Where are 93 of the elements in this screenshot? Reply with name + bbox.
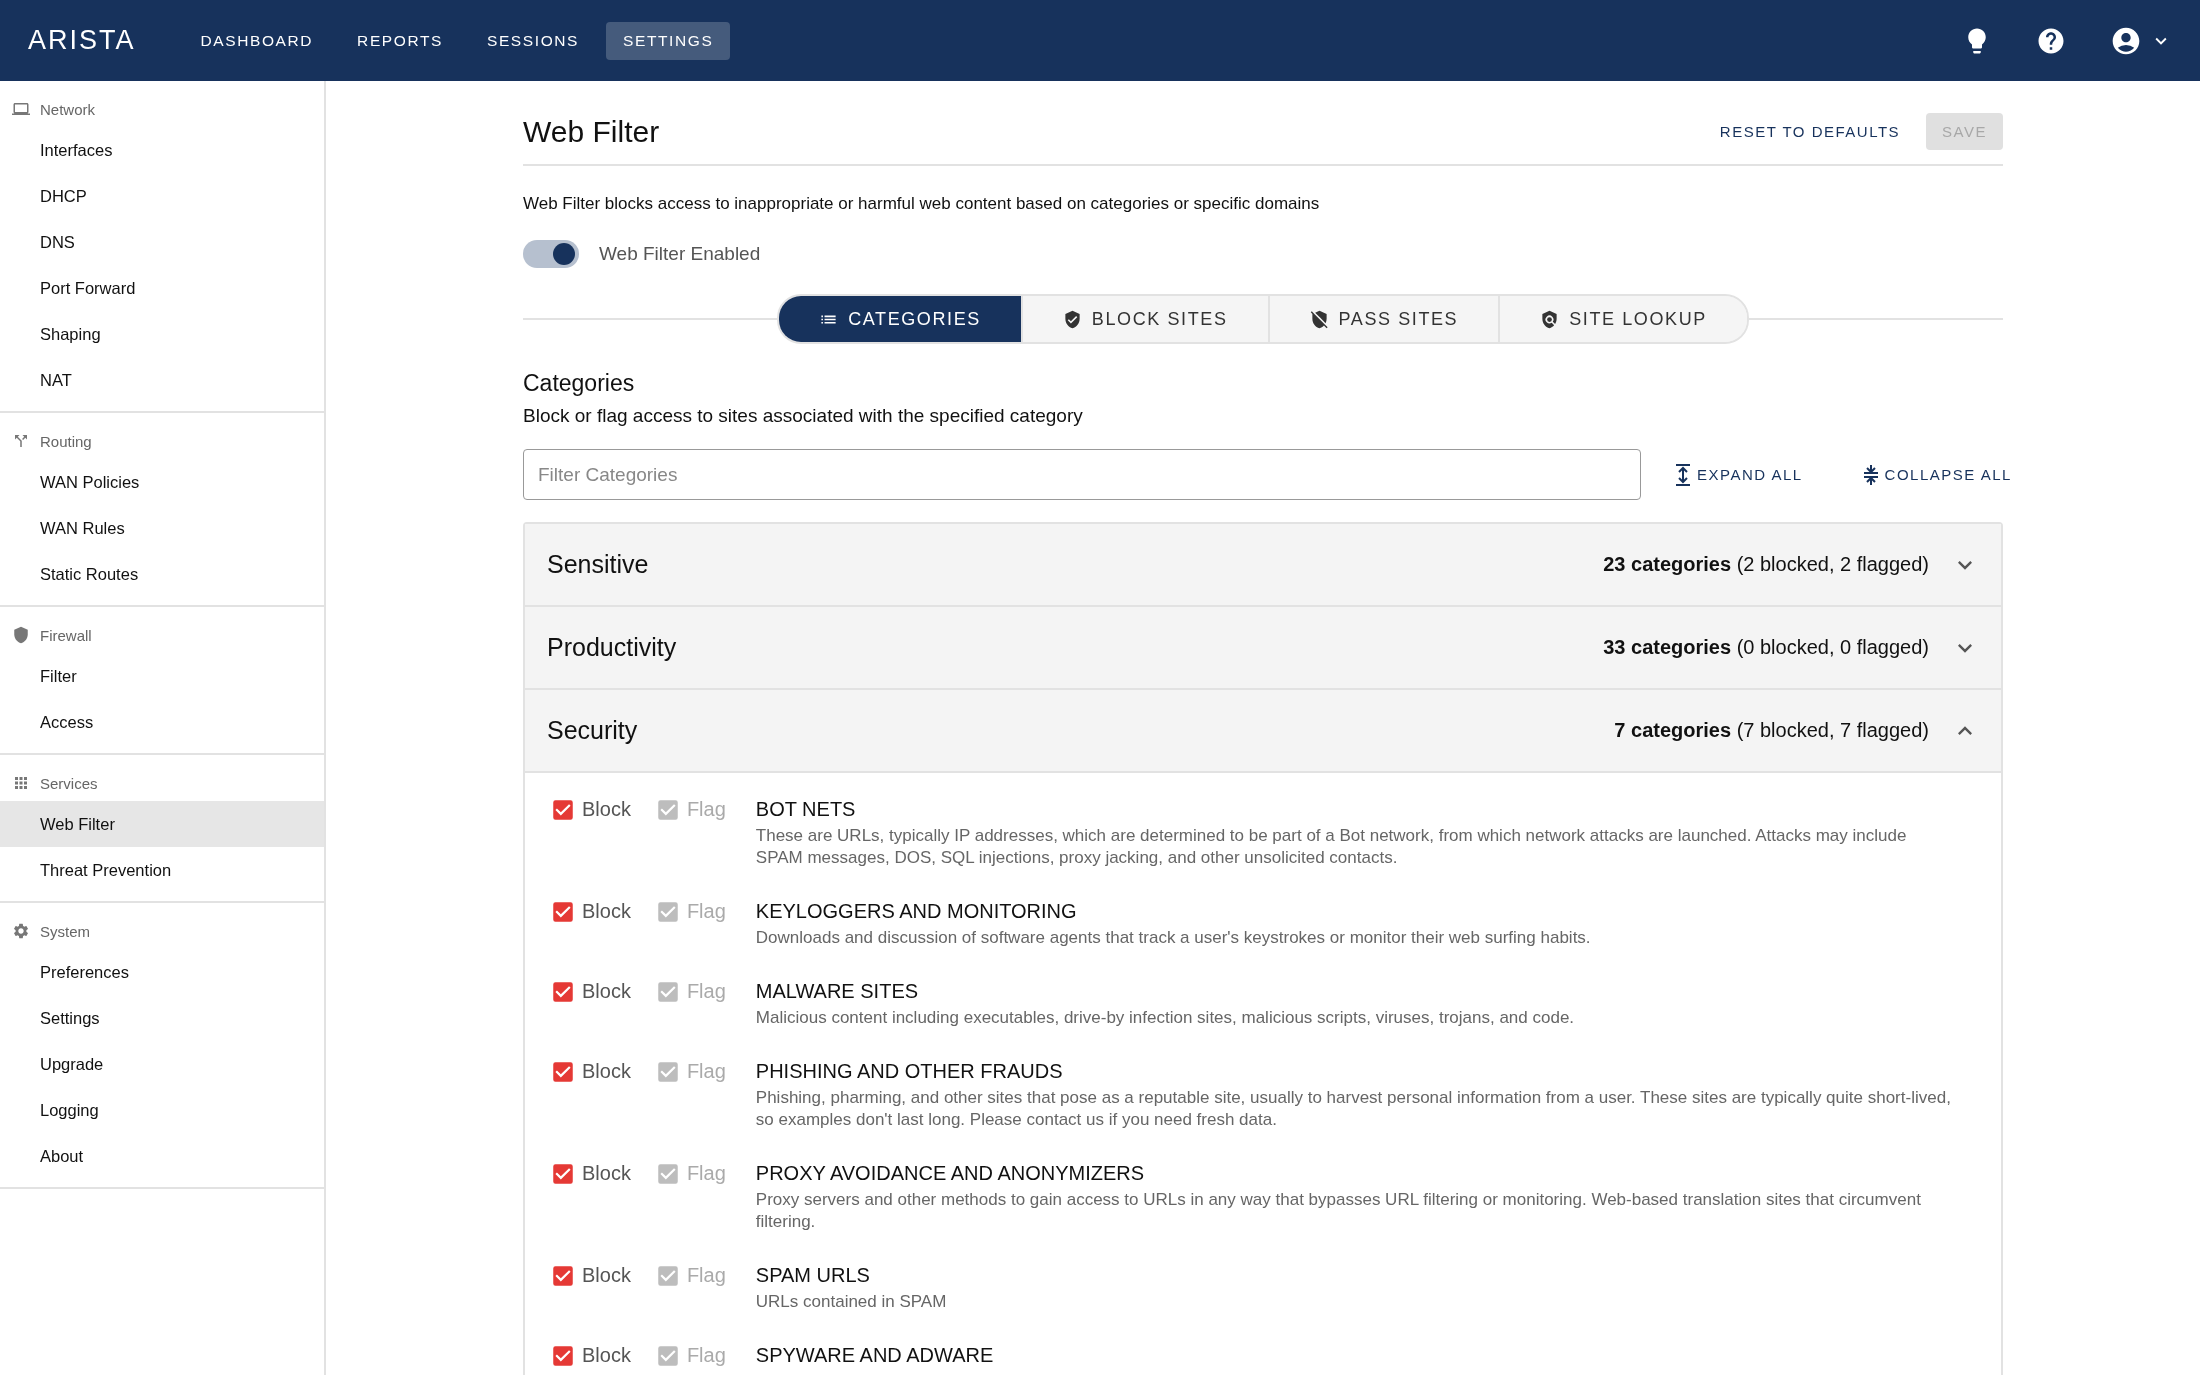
sidebar-item[interactable]: Shaping — [0, 311, 324, 357]
sidebar-item[interactable]: Static Routes — [0, 551, 324, 597]
category-description: Phishing, pharming, and other sites that pose as a reputable site, usually to harvest personal information from a user. These sites are typically quite short-lived, so examples don't last long. Please contact us if you need fresh data. — [755, 1087, 1952, 1131]
checkbox-label: Block — [582, 798, 631, 821]
sidebar-item[interactable]: Preferences — [0, 949, 324, 995]
checkbox-label: Block — [582, 1264, 631, 1287]
sidebar-item[interactable]: WAN Rules — [0, 505, 324, 551]
checkbox-label: Block — [582, 1060, 631, 1083]
expand-icon — [1675, 463, 1691, 486]
group-name: Productivity — [547, 633, 678, 662]
sidebar-item[interactable]: Web Filter — [0, 801, 324, 847]
category-title: SPAM URLS — [755, 1264, 871, 1287]
tab[interactable]: CATEGORIES — [779, 296, 1021, 342]
group-header[interactable]: Sensitive 23 categories (2 blocked, 2 flagged) — [525, 524, 2001, 607]
category-title: BOT NETS — [755, 798, 857, 821]
tab[interactable]: SITE LOOKUP — [1498, 296, 1747, 342]
section-title: Routing — [40, 432, 92, 450]
sidebar-item[interactable]: Interfaces — [0, 127, 324, 173]
sidebar-item[interactable]: NAT — [0, 357, 324, 403]
checkbox[interactable] — [550, 899, 576, 925]
grid-icon — [12, 774, 30, 792]
reset-button[interactable]: RESET TO DEFAULTS — [1707, 115, 1913, 148]
group-name: Security — [547, 716, 639, 745]
checkbox-label: Block — [582, 1162, 631, 1185]
sidebar-item[interactable]: Filter — [0, 653, 324, 699]
checkbox-label: Flag — [686, 798, 726, 821]
checkbox-label: Flag — [686, 900, 726, 923]
nav-tab[interactable]: DASHBOARD — [183, 21, 331, 60]
group-header[interactable]: Productivity 33 categories (0 blocked, 0 flagged) — [525, 607, 2001, 690]
section-title: Network — [40, 100, 95, 118]
group-count: 7 categories (7 blocked, 7 flagged) — [1614, 719, 1929, 742]
category-description: Proxy servers and other methods to gain access to URLs in any way that bypasses URL filtering or monitoring. Web-based translation sites that circumvent filtering. — [755, 1189, 1922, 1233]
checkbox[interactable] — [550, 1263, 576, 1289]
category-title: PHISHING AND OTHER FRAUDS — [755, 1060, 1064, 1083]
shield-slash-icon — [1309, 309, 1329, 329]
category-title: SPYWARE AND ADWARE — [755, 1344, 994, 1367]
section-heading: Categories — [523, 370, 636, 397]
collapse-icon — [1862, 463, 1879, 486]
category-description: Malicious content including executables, drive-by infection sites, malicious scripts, viruses, trojans, and code. — [755, 1007, 1575, 1029]
checkbox[interactable] — [550, 979, 576, 1005]
sidebar-item[interactable]: Logging — [0, 1087, 324, 1133]
sidebar-item[interactable]: DHCP — [0, 173, 324, 219]
category-title: KEYLOGGERS AND MONITORING — [755, 900, 1078, 923]
nav-tab[interactable]: SESSIONS — [469, 21, 597, 60]
page-description: Web Filter blocks access to inappropriate or harmful web content based on categories or specific domains — [523, 194, 1321, 214]
shield-check-icon — [1062, 309, 1082, 329]
category-title: MALWARE SITES — [755, 980, 920, 1003]
category-title: PROXY AVOIDANCE AND ANONYMIZERS — [755, 1162, 1146, 1185]
section-title: Services — [40, 774, 98, 792]
checkbox-label: Block — [582, 900, 631, 923]
section-subtitle: Block or flag access to sites associated with the specified category — [523, 405, 1084, 427]
checkbox-label: Flag — [686, 1344, 726, 1367]
sidebar-item[interactable]: Settings — [0, 995, 324, 1041]
group-header[interactable]: Security 7 categories (7 blocked, 7 flagged) — [525, 690, 2001, 773]
split-arrow-icon — [12, 432, 30, 450]
sidebar-item[interactable]: Threat Prevention — [0, 847, 324, 893]
checkbox-label: Flag — [686, 1162, 726, 1185]
filter-field[interactable]: Filter Categories — [523, 449, 1641, 500]
section-title: System — [40, 922, 90, 940]
toggle-label: Web Filter Enabled — [599, 243, 761, 265]
nav-tab[interactable]: SETTINGS — [606, 21, 731, 60]
group-count: 33 categories (0 blocked, 0 flagged) — [1603, 636, 1929, 659]
sidebar-item[interactable]: About — [0, 1133, 324, 1179]
sidebar-item[interactable]: Port Forward — [0, 265, 324, 311]
logo: ARISTA — [28, 25, 136, 56]
computer-icon — [12, 100, 30, 118]
sidebar-item[interactable]: Access — [0, 699, 324, 745]
expand-all-button[interactable]: EXPAND ALL — [1663, 455, 1815, 494]
gear-icon — [12, 922, 30, 940]
checkbox-label: Flag — [686, 980, 726, 1003]
checkbox[interactable] — [550, 1161, 576, 1187]
page-title: Web Filter — [523, 114, 661, 149]
shield-search-icon — [1540, 309, 1560, 329]
sidebar-item[interactable]: WAN Policies — [0, 459, 324, 505]
toggle-switch[interactable] — [523, 240, 579, 268]
checkbox-label: Block — [582, 980, 631, 1003]
category-description: These are URLs, typically IP addresses, which are determined to be part of a Bot network, from which network attacks are launched. Attacks may include SPAM messages, DOS, SQL injections, proxy jacking, and other unsolicited contacts. — [755, 825, 1908, 869]
nav-tab[interactable]: REPORTS — [340, 21, 460, 60]
shield-icon — [12, 626, 30, 644]
group-name: Sensitive — [547, 550, 650, 579]
category-description: Downloads and discussion of software agents that track a user's keystrokes or monitor their web surfing habits. — [755, 927, 1591, 949]
checkbox-label: Flag — [686, 1060, 726, 1083]
checkbox[interactable] — [550, 1059, 576, 1085]
sidebar-item[interactable]: Upgrade — [0, 1041, 324, 1087]
checkbox-label: Flag — [686, 1264, 726, 1287]
checkbox[interactable] — [550, 797, 576, 823]
checkbox-label: Block — [582, 1344, 631, 1367]
sidebar-item[interactable]: DNS — [0, 219, 324, 265]
category-description: URLs contained in SPAM — [755, 1291, 947, 1313]
group-count: 23 categories (2 blocked, 2 flagged) — [1603, 553, 1929, 576]
checkbox[interactable] — [550, 1343, 576, 1369]
collapse-all-button[interactable]: COLLAPSE ALL — [1850, 455, 2024, 494]
section-title: Firewall — [40, 626, 92, 644]
